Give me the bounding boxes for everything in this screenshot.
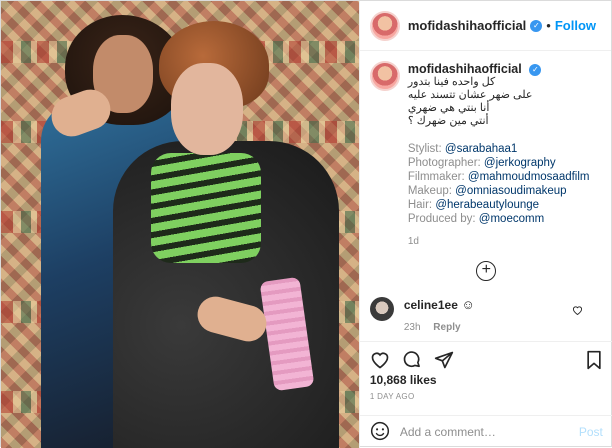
credit-line: Stylist: @sarabahaa1 [408, 142, 603, 156]
credit-mention-link[interactable]: @omniasoudimakeup [455, 185, 566, 197]
caption: mofidashihaofficial ✓ كل واحده فينا بتدو… [369, 61, 603, 247]
comments-section: mofidashihaofficial ✓ كل واحده فينا بتدو… [360, 61, 612, 341]
header-username[interactable]: mofidashihaofficial [408, 18, 526, 33]
comment-row: celine1ee ☺ 23h Reply [369, 297, 603, 333]
credit-key: Photographer: [407, 157, 484, 169]
post-comment-button[interactable]: Post [579, 425, 603, 439]
add-circle-icon[interactable]: + [476, 261, 497, 281]
caption-arabic-line: أنتي مين ضهرك ؟ [407, 115, 489, 127]
comment-input[interactable]: Add a comment… [400, 425, 579, 439]
comment-meta: 23h Reply [404, 322, 475, 333]
avatar[interactable] [369, 10, 400, 41]
heart-icon[interactable] [370, 350, 390, 375]
caption-time[interactable]: 1d [408, 236, 603, 247]
credit-mention-link[interactable]: @mahmoudmosaadfilm [468, 171, 590, 183]
comment-time[interactable]: 23h [404, 322, 421, 333]
comment-text: ☺ [461, 297, 475, 312]
credit-key: Produced by: [407, 213, 479, 225]
action-bar [359, 341, 612, 375]
share-icon[interactable] [434, 350, 454, 375]
credit-mention-link[interactable]: @herabeautylounge [435, 199, 539, 211]
post-header: mofidashihaofficial ✓ • Follow [359, 1, 611, 51]
credit-key: Filmmaker: [407, 171, 468, 183]
caption-arabic-line: على ضهر عشان تتسند عليه [407, 89, 533, 101]
credit-line: Photographer: @jerkography [408, 156, 603, 170]
instagram-post: mofidashihaofficial ✓ • Follow mofidashi… [0, 0, 612, 448]
caption-body: mofidashihaofficial ✓ كل واحده فينا بتدو… [408, 61, 603, 247]
credit-key: Makeup: [407, 185, 456, 197]
credit-mention-link[interactable]: @moecomm [479, 213, 544, 225]
figure-right-face [171, 63, 243, 155]
credit-line: Produced by: @moecomm [408, 212, 603, 226]
comment-icon[interactable] [402, 350, 422, 375]
comment-body: celine1ee ☺ 23h Reply [404, 297, 475, 333]
small-heart-icon[interactable] [572, 303, 583, 318]
credit-key: Hair: [407, 199, 436, 211]
post-side-panel: mofidashihaofficial ✓ • Follow mofidashi… [358, 1, 612, 448]
figure-right-striped-top [151, 153, 261, 263]
verified-badge-icon: ✓ [529, 63, 542, 76]
credit-key: Stylist: [407, 143, 445, 155]
caption-username[interactable]: mofidashihaofficial [408, 62, 522, 76]
credit-line: Filmmaker: @mahmoudmosaadfilm [408, 170, 603, 184]
credit-line: Makeup: @omniasoudimakeup [408, 184, 603, 198]
verified-badge-icon: ✓ [530, 19, 543, 32]
emoji-icon[interactable] [370, 421, 390, 444]
credit-mention-link[interactable]: @sarabahaa1 [445, 143, 517, 155]
post-photo[interactable] [1, 1, 359, 448]
reply-button[interactable]: Reply [433, 322, 460, 333]
caption-credits: Stylist: @sarabahaa1 Photographer: @jerk… [408, 142, 603, 226]
caption-arabic-line: أنا بنتي هي ضهري [407, 102, 490, 114]
credit-mention-link[interactable]: @jerkography [484, 157, 556, 169]
save-icon[interactable] [585, 350, 603, 375]
separator-dot: • [546, 18, 551, 33]
avatar[interactable] [369, 61, 400, 91]
avatar[interactable] [369, 297, 394, 321]
caption-header: mofidashihaofficial ✓ [408, 61, 603, 76]
caption-arabic-line: كل واحده فينا بتدور [407, 76, 496, 88]
add-comment-bar: Add a comment… Post [359, 415, 612, 448]
post-timestamp[interactable]: 1 DAY AGO [370, 392, 415, 401]
credit-line: Hair: @herabeautylounge [408, 198, 603, 212]
like-count[interactable]: 10,868 likes [370, 373, 437, 387]
comment-username[interactable]: celine1ee [404, 298, 458, 312]
follow-button[interactable]: Follow [555, 18, 596, 33]
